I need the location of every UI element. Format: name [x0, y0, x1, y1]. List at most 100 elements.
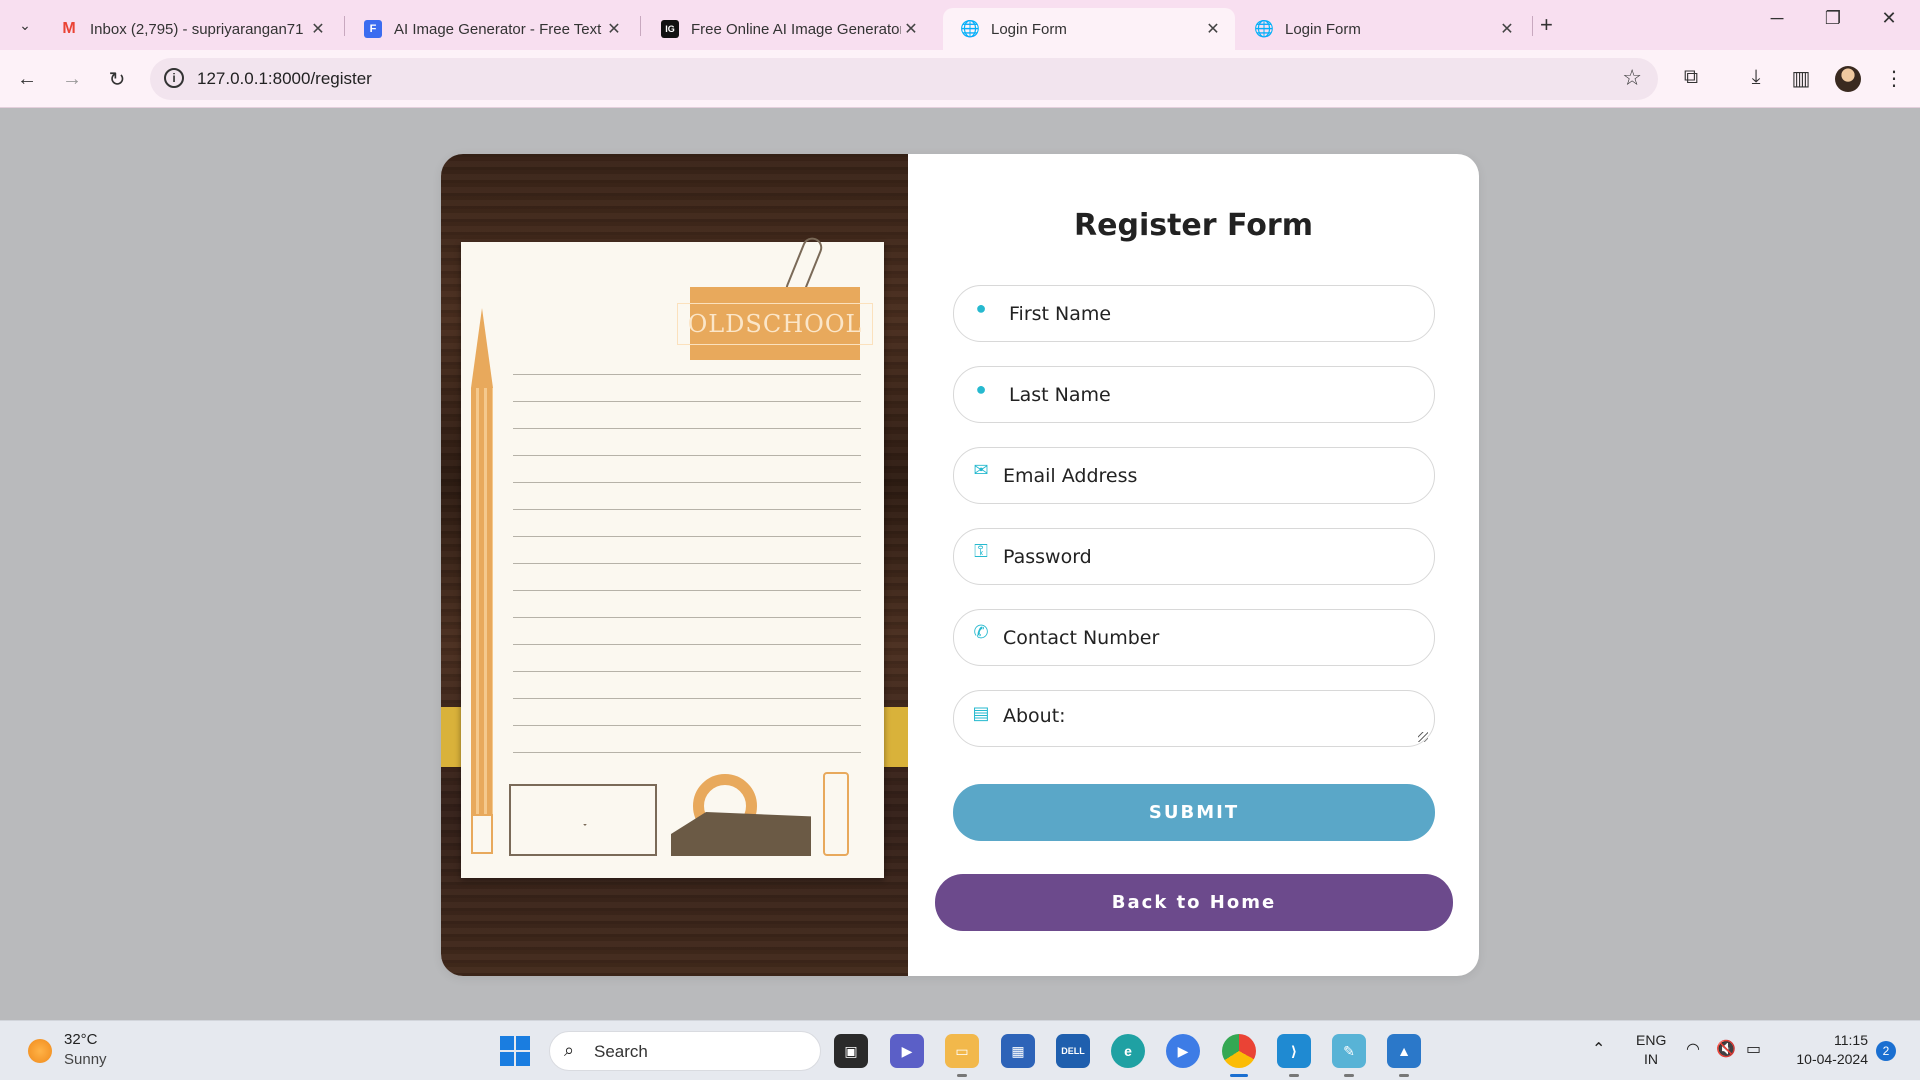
forward-nav-button[interactable]: → [55, 62, 89, 96]
back-nav-button[interactable]: ← [10, 62, 44, 96]
notepad-line [513, 563, 861, 564]
language-indicator[interactable]: ENG IN [1636, 1031, 1666, 1069]
download-icon[interactable]: ⤓ [1742, 66, 1770, 89]
contact-number-input[interactable] [1003, 610, 1419, 665]
extensions-icon[interactable]: ⧉ [1677, 66, 1705, 89]
task-view-icon[interactable]: ▣ [834, 1034, 868, 1068]
tab-gmail[interactable]: M Inbox (2,795) - supriyarangan71 ✕ [42, 8, 340, 50]
weather-temperature[interactable]: 32°C [64, 1031, 98, 1048]
close-icon[interactable]: ✕ [604, 19, 624, 39]
speaker-muted-icon[interactable]: 🔇 [1716, 1039, 1736, 1059]
chrome-icon[interactable] [1222, 1034, 1256, 1077]
windows-taskbar: 32°C Sunny ⌕ Search ▣ ▶ ▭ ▦ DELL e ▶ ⟩ ✎… [0, 1020, 1920, 1080]
password-input[interactable] [1003, 529, 1419, 584]
url-text[interactable]: 127.0.0.1:8000/register [197, 69, 372, 89]
file-explorer-icon[interactable]: ▭ [945, 1034, 979, 1077]
notepad-line [513, 374, 861, 375]
first-name-input[interactable] [1009, 286, 1419, 341]
reload-icon: ↻ [108, 68, 126, 91]
edge-icon[interactable]: e [1111, 1034, 1145, 1068]
last-name-field[interactable]: ● [953, 366, 1435, 423]
sun-icon[interactable] [28, 1039, 52, 1063]
reload-button[interactable]: ↻ [100, 62, 134, 96]
back-to-home-button[interactable]: Back to Home [935, 874, 1453, 931]
tab-title: Login Form [991, 20, 1067, 38]
globe-icon: 🌐 [960, 21, 980, 38]
f-doc-icon: F [364, 20, 382, 38]
site-info-icon[interactable]: i [164, 68, 184, 88]
submit-button[interactable]: SUBMIT [953, 784, 1435, 841]
more-menu-icon[interactable]: ⋮ [1880, 66, 1908, 91]
illustration-badge: OLDSCHOOL [676, 287, 874, 360]
vscode-icon[interactable]: ⟩ [1277, 1034, 1311, 1077]
taskbar-search[interactable]: ⌕ Search [549, 1031, 821, 1071]
id-card-icon: ▤ [972, 703, 990, 723]
paint-icon[interactable]: ✎ [1332, 1034, 1366, 1077]
bookmark-star-icon[interactable]: ☆ [1622, 65, 1642, 91]
close-icon[interactable]: ✕ [1203, 19, 1223, 39]
store-icon[interactable]: ▦ [1001, 1034, 1035, 1068]
first-name-field[interactable]: ● [953, 285, 1435, 342]
meet-icon[interactable]: ▶ [890, 1034, 924, 1068]
notepad-line [513, 401, 861, 402]
about-field[interactable]: ▤ [953, 690, 1435, 747]
close-icon[interactable]: ✕ [1497, 19, 1517, 39]
close-window-button[interactable]: ✕ [1869, 8, 1909, 29]
gmail-icon: M [62, 20, 76, 37]
weather-condition[interactable]: Sunny [64, 1051, 107, 1068]
chevron-down-icon: ⌄ [19, 16, 31, 33]
notepad-line [513, 509, 861, 510]
contact-number-field[interactable]: ✆ [953, 609, 1435, 666]
notepad-line [513, 482, 861, 483]
restore-button[interactable]: ❐ [1813, 8, 1853, 29]
tab-search-button[interactable]: ⌄ [10, 10, 40, 40]
about-textarea[interactable] [1003, 691, 1419, 746]
last-name-input[interactable] [1009, 367, 1419, 422]
arrow-left-icon: ← [17, 67, 37, 90]
notepad-line [513, 698, 861, 699]
tab-strip: ⌄ M Inbox (2,795) - supriyarangan71 ✕ F … [0, 0, 1920, 50]
phone-icon: ✆ [973, 622, 989, 642]
photos-icon[interactable]: ▲ [1387, 1034, 1421, 1077]
system-clock[interactable]: 11:15 10-04-2024 [1788, 1031, 1868, 1069]
register-form: Register Form ● ● ✉ ⚿ ✆ ▤ SUBMIT Back to [908, 154, 1479, 976]
notepad-illustration: OLDSCHOOL [461, 234, 884, 878]
ig-icon: IG [661, 20, 679, 38]
tab-divider [640, 16, 641, 36]
dell-icon[interactable]: DELL [1056, 1034, 1090, 1068]
language-code: ENG [1636, 1032, 1667, 1048]
notepad-line [513, 725, 861, 726]
close-icon[interactable]: ✕ [308, 19, 328, 39]
notepad-line [513, 617, 861, 618]
notification-badge[interactable]: 2 [1876, 1041, 1896, 1061]
chevron-up-icon[interactable]: ⌃ [1592, 1039, 1605, 1059]
user-icon: ● [975, 298, 987, 318]
tab-divider [344, 16, 345, 36]
email-input[interactable] [1003, 448, 1419, 503]
profile-avatar[interactable] [1835, 66, 1861, 92]
search-icon: ⌕ [564, 1040, 575, 1060]
battery-icon[interactable]: ▭ [1746, 1039, 1761, 1059]
close-icon[interactable]: ✕ [901, 19, 921, 39]
tab-ai-image-generator[interactable]: F AI Image Generator - Free Text ✕ [346, 8, 636, 50]
taskbar-search-label: Search [594, 1042, 648, 1061]
clock-time: 11:15 [1834, 1032, 1868, 1048]
media-player-icon[interactable]: ▶ [1166, 1034, 1200, 1068]
notepad-line [513, 428, 861, 429]
password-field[interactable]: ⚿ [953, 528, 1435, 585]
illustration-panel: OLDSCHOOL [441, 154, 908, 976]
tab-login-form[interactable]: 🌐 Login Form ✕ [1237, 8, 1529, 50]
clothespin-graphic [823, 772, 849, 856]
minimize-button[interactable]: ─ [1757, 8, 1797, 29]
resize-handle[interactable] [1418, 732, 1428, 742]
tab-free-online-ai[interactable]: IG Free Online AI Image Generator ✕ [643, 8, 933, 50]
tab-login-form-active[interactable]: 🌐 Login Form ✕ [943, 8, 1235, 50]
new-tab-button[interactable]: + [1540, 12, 1553, 38]
side-panel-icon[interactable]: ▥ [1787, 66, 1815, 91]
wifi-icon[interactable]: ◠ [1686, 1039, 1700, 1059]
tab-divider [1532, 16, 1533, 36]
globe-icon: 🌐 [1254, 21, 1274, 38]
email-field[interactable]: ✉ [953, 447, 1435, 504]
address-bar[interactable]: i 127.0.0.1:8000/register ☆ [150, 58, 1658, 100]
start-button[interactable] [500, 1036, 530, 1066]
